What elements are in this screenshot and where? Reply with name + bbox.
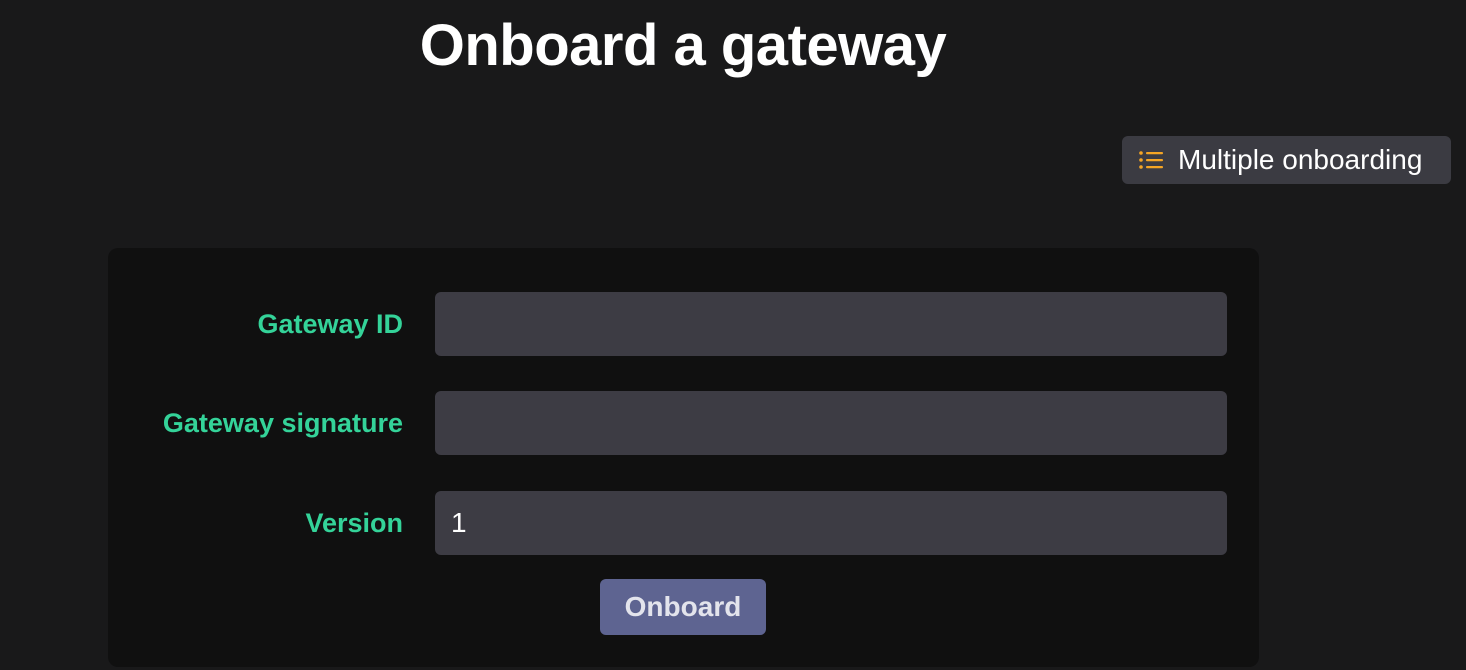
multiple-onboarding-button[interactable]: Multiple onboarding [1122,136,1451,184]
gateway-signature-input[interactable] [435,391,1227,455]
multiple-onboarding-label: Multiple onboarding [1178,144,1423,175]
gateway-id-input[interactable] [435,292,1227,356]
gateway-signature-label: Gateway signature [162,408,403,438]
version-row: Version [108,491,1259,555]
onboard-button[interactable]: Onboard [600,579,766,635]
gateway-signature-row: Gateway signature [108,391,1259,455]
version-input[interactable] [435,491,1227,555]
gateway-id-row: Gateway ID [108,292,1259,356]
onboard-form: Gateway ID Gateway signature Version Onb… [108,248,1259,667]
version-label: Version [305,508,403,538]
gateway-id-label: Gateway ID [257,309,403,339]
page: Onboard a gateway Multiple onboarding Ga… [0,0,1466,670]
page-title: Onboard a gateway [419,13,947,78]
list-icon [1138,150,1164,170]
